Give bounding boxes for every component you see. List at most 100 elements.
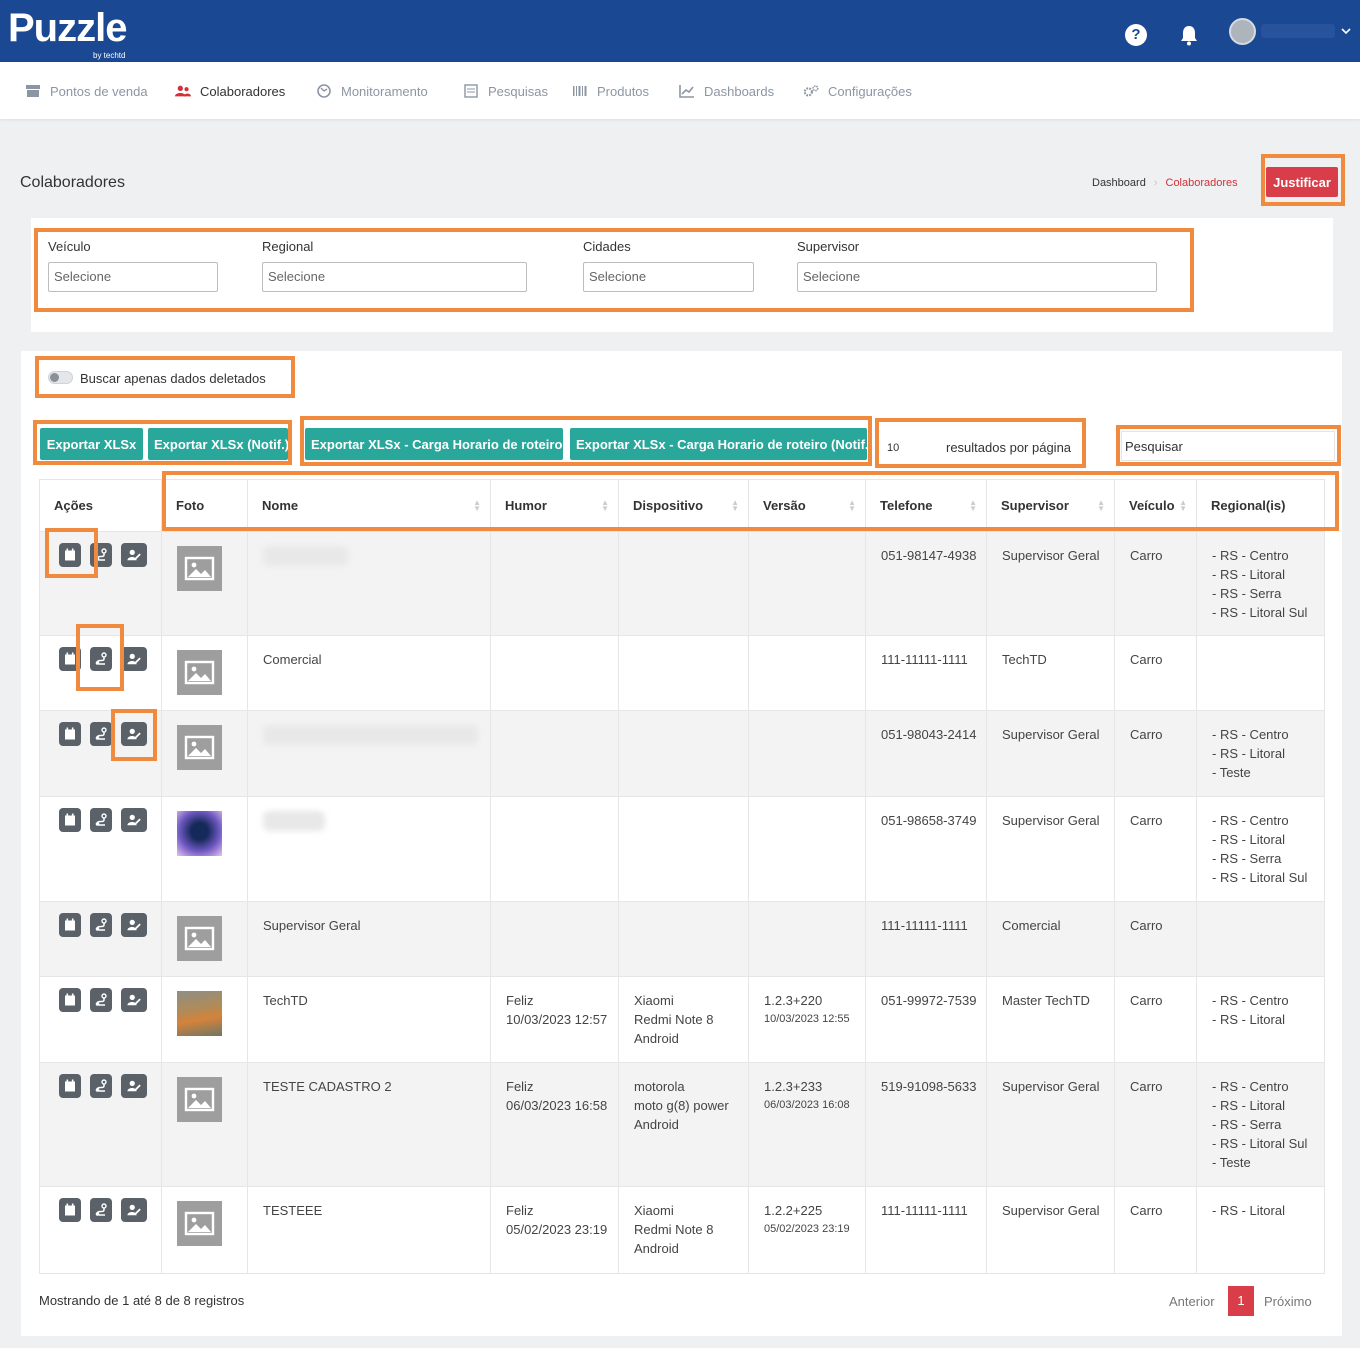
version-cell	[748, 901, 866, 977]
edit-user-button[interactable]	[121, 722, 147, 746]
device-cell	[618, 531, 749, 636]
edit-user-button[interactable]	[121, 808, 147, 832]
region-item: - RS - Litoral Sul	[1212, 1136, 1308, 1151]
filter-select-veiculo[interactable]: Selecione	[48, 262, 218, 292]
sort-icon[interactable]: ▲ ▼	[969, 499, 977, 513]
route-button[interactable]	[90, 913, 112, 937]
sort-icon[interactable]: ▲ ▼	[473, 499, 481, 513]
calendar-button[interactable]	[59, 1074, 81, 1098]
sort-icon[interactable]: ▲ ▼	[1179, 499, 1187, 513]
col-telefone-label: Telefone	[880, 498, 933, 513]
regions-cell: - RS - Litoral	[1196, 1186, 1325, 1274]
version-cell	[748, 531, 866, 636]
supervisor-cell: Master TechTD	[986, 976, 1115, 1063]
breadcrumb-current[interactable]: Colaboradores	[1166, 177, 1238, 189]
nav-colaboradores[interactable]: Colaboradores	[175, 82, 285, 100]
calendar-button[interactable]	[59, 722, 81, 746]
route-button[interactable]	[90, 808, 112, 832]
route-button[interactable]	[90, 988, 112, 1012]
vehicle-cell: Carro	[1114, 901, 1197, 977]
per-page-select[interactable]: 10	[887, 442, 899, 454]
breadcrumb-dashboard[interactable]: Dashboard	[1092, 177, 1146, 189]
calendar-button[interactable]	[59, 808, 81, 832]
filter-select-regional[interactable]: Selecione	[262, 262, 527, 292]
sort-icon[interactable]: ▲ ▼	[601, 499, 609, 513]
pagination-next[interactable]: Próximo	[1264, 1294, 1312, 1309]
device-brand: Xiaomi	[634, 993, 674, 1008]
region-item: - RS - Serra	[1212, 1117, 1282, 1132]
route-button[interactable]	[90, 1198, 112, 1222]
name-cell	[247, 710, 491, 797]
sort-icon[interactable]: ▲ ▼	[731, 499, 739, 513]
col-dispositivo[interactable]: Dispositivo ▲ ▼	[618, 479, 749, 532]
nav-label: Colaboradores	[200, 83, 286, 99]
justify-button[interactable]: Justificar	[1266, 167, 1338, 197]
photo-placeholder	[177, 916, 222, 961]
form-icon	[464, 84, 478, 98]
device-os: Android	[634, 1117, 679, 1132]
col-telefone[interactable]: Telefone ▲ ▼	[865, 479, 987, 532]
sort-icon[interactable]: ▲ ▼	[848, 499, 856, 513]
calendar-button[interactable]	[59, 647, 81, 671]
region-item: - RS - Centro	[1212, 813, 1289, 828]
table-row: Supervisor Geral 111-11111-1111 Comercial C…	[39, 901, 1325, 977]
logo[interactable]: Puzzle	[8, 6, 127, 51]
edit-user-button[interactable]	[121, 647, 147, 671]
avatar[interactable]	[1229, 18, 1256, 45]
edit-user-button[interactable]	[121, 543, 147, 567]
pagination-page[interactable]: 1	[1228, 1286, 1254, 1316]
nav-monitoramento[interactable]: Monitoramento	[316, 82, 428, 100]
col-veiculo[interactable]: Veículo ▲ ▼	[1114, 479, 1197, 532]
nav-pontos-de-venda[interactable]: Pontos de venda	[25, 82, 148, 100]
edit-user-button[interactable]	[121, 988, 147, 1012]
export-xlsx-button[interactable]: Exportar XLSx	[40, 428, 143, 460]
filter-label-regional: Regional	[262, 239, 314, 254]
help-icon[interactable]: ?	[1125, 24, 1147, 46]
route-button[interactable]	[90, 543, 112, 567]
edit-user-button[interactable]	[121, 1074, 147, 1098]
breadcrumb: Dashboard › Colaboradores	[1092, 177, 1238, 189]
region-item: - RS - Litoral	[1212, 1012, 1285, 1027]
nav-produtos[interactable]: Produtos	[572, 82, 649, 100]
region-item: - RS - Litoral	[1212, 1203, 1285, 1218]
regions-cell: - RS - Centro - RS - Litoral	[1196, 976, 1325, 1063]
photo-cell	[161, 710, 248, 797]
photo-cell	[161, 1062, 248, 1187]
col-supervisor[interactable]: Supervisor ▲ ▼	[986, 479, 1115, 532]
edit-user-button[interactable]	[121, 1198, 147, 1222]
humor-value: Feliz	[506, 1079, 534, 1094]
filter-select-supervisor[interactable]: Selecione	[797, 262, 1157, 292]
nav-dashboards[interactable]: Dashboards	[679, 82, 774, 100]
route-button[interactable]	[90, 647, 112, 671]
route-button[interactable]	[90, 722, 112, 746]
actions-cell	[39, 796, 162, 902]
filter-panel: Veículo Selecione Regional Selecione Cid…	[31, 218, 1333, 332]
nav-configuracoes[interactable]: Configurações	[803, 82, 912, 100]
device-cell	[618, 901, 749, 977]
sort-icon[interactable]: ▲ ▼	[1097, 499, 1105, 513]
user-name-redacted[interactable]	[1261, 24, 1335, 38]
bell-icon[interactable]	[1178, 24, 1200, 46]
edit-user-button[interactable]	[121, 913, 147, 937]
export-xlsx-carga-button[interactable]: Exportar XLSx - Carga Horario de roteiro	[305, 428, 563, 460]
calendar-button[interactable]	[59, 543, 81, 567]
export-xlsx-carga-notif-button[interactable]: Exportar XLSx - Carga Horario de roteiro…	[570, 428, 873, 460]
nav-pesquisas[interactable]: Pesquisas	[463, 82, 548, 100]
calendar-button[interactable]	[59, 1198, 81, 1222]
search-input[interactable]	[1121, 431, 1335, 461]
route-button[interactable]	[90, 1074, 112, 1098]
humor-value: Feliz	[506, 1203, 534, 1218]
nav-label: Produtos	[597, 83, 650, 99]
col-nome[interactable]: Nome ▲ ▼	[247, 479, 491, 532]
export-xlsx-notif-button[interactable]: Exportar XLSx (Notif.)	[148, 428, 289, 460]
filter-select-cidades[interactable]: Selecione	[583, 262, 754, 292]
deleted-data-toggle[interactable]	[48, 371, 73, 384]
col-humor[interactable]: Humor ▲ ▼	[490, 479, 619, 532]
region-item: - RS - Centro	[1212, 548, 1289, 563]
col-versao[interactable]: Versão ▲ ▼	[748, 479, 866, 532]
pagination-prev[interactable]: Anterior	[1169, 1294, 1215, 1309]
chevron-down-icon[interactable]	[1341, 24, 1351, 35]
humor-cell	[490, 531, 619, 636]
calendar-button[interactable]	[59, 913, 81, 937]
calendar-button[interactable]	[59, 988, 81, 1012]
